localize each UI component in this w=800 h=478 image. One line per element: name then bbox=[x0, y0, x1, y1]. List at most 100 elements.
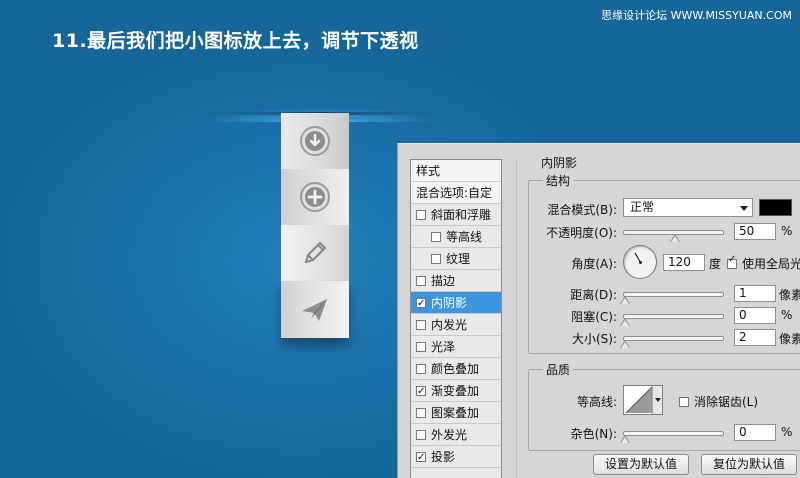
anti-alias-checkbox[interactable]: 消除锯齿(L) bbox=[679, 393, 758, 410]
checkbox-icon[interactable] bbox=[431, 254, 441, 264]
checkbox-icon[interactable] bbox=[416, 342, 426, 352]
distance-label: 距离(D): bbox=[570, 288, 617, 302]
checkbox-icon[interactable] bbox=[416, 293, 426, 313]
noise-slider[interactable] bbox=[620, 431, 724, 443]
panel-title: 内阴影 bbox=[541, 156, 578, 170]
style-list-item[interactable]: 内阴影 bbox=[411, 292, 501, 314]
size-unit: 像素 bbox=[779, 332, 800, 346]
structure-group: 结构 混合模式(B): 正常 不透明度(O): 50 % 角度(A): 120 … bbox=[528, 172, 800, 354]
choke-label: 阻塞(C): bbox=[571, 310, 617, 324]
checkbox-icon[interactable] bbox=[431, 232, 441, 242]
contour-label: 等高线: bbox=[576, 395, 617, 409]
opacity-input[interactable]: 50 bbox=[734, 223, 776, 240]
style-list-item[interactable]: 渐变叠加 bbox=[411, 380, 501, 402]
angle-dial[interactable] bbox=[623, 245, 657, 279]
global-light-check-icon[interactable] bbox=[727, 254, 737, 269]
distance-slider[interactable] bbox=[620, 292, 724, 304]
global-light-checkbox[interactable]: 使用全局光 bbox=[727, 254, 800, 272]
style-list-item[interactable]: 光泽 bbox=[411, 336, 501, 358]
distance-unit: 像素 bbox=[779, 288, 800, 302]
opacity-unit: % bbox=[781, 224, 793, 238]
checkbox-icon[interactable] bbox=[416, 430, 426, 440]
anti-alias-check-icon[interactable] bbox=[679, 397, 689, 407]
style-list-item-label: 描边 bbox=[431, 274, 456, 288]
style-list-item[interactable]: 描边 bbox=[411, 270, 501, 292]
blend-mode-value: 正常 bbox=[630, 200, 655, 214]
style-list-item[interactable]: 等高线 bbox=[411, 226, 501, 248]
shadow-color-swatch[interactable] bbox=[759, 199, 792, 216]
style-list-item-label: 渐变叠加 bbox=[431, 384, 480, 398]
noise-label: 杂色(N): bbox=[570, 427, 617, 441]
style-list-item[interactable]: 样式 bbox=[411, 160, 501, 182]
distance-slider-thumb[interactable] bbox=[620, 296, 630, 304]
opacity-slider[interactable] bbox=[623, 230, 724, 242]
chevron-down-icon bbox=[740, 206, 748, 211]
checkbox-icon[interactable] bbox=[416, 447, 426, 467]
style-list-item-label: 外发光 bbox=[431, 428, 468, 442]
quality-group: 品质 等高线: 消除锯齿(L) 杂色(N): 0 % bbox=[528, 361, 800, 451]
angle-input[interactable]: 120 bbox=[663, 254, 705, 271]
icon-strip bbox=[281, 113, 349, 338]
style-list-item[interactable]: 纹理 bbox=[411, 248, 501, 270]
quality-group-title: 品质 bbox=[543, 361, 574, 378]
checkbox-icon[interactable] bbox=[416, 210, 426, 220]
distance-input[interactable]: 1 bbox=[734, 285, 776, 302]
noise-unit: % bbox=[781, 425, 793, 439]
tile-send bbox=[281, 281, 349, 338]
make-default-button[interactable]: 设置为默认值 bbox=[593, 454, 689, 475]
style-list-item[interactable]: 混合选项:自定 bbox=[411, 182, 501, 204]
style-list-item[interactable]: 斜面和浮雕 bbox=[411, 204, 501, 226]
reset-default-button[interactable]: 复位为默认值 bbox=[701, 454, 797, 475]
style-list-item-label: 光泽 bbox=[431, 340, 456, 354]
size-input[interactable]: 2 bbox=[734, 329, 776, 346]
style-list-item-label: 样式 bbox=[416, 164, 441, 178]
contour-preview-icon bbox=[625, 386, 653, 414]
structure-group-title: 结构 bbox=[543, 172, 574, 189]
layer-style-dialog: 样式混合选项:自定斜面和浮雕等高线纹理描边内阴影内发光光泽颜色叠加渐变叠加图案叠… bbox=[397, 143, 800, 478]
checkbox-icon[interactable] bbox=[416, 320, 426, 330]
plus-circle-icon bbox=[300, 182, 330, 212]
opacity-slider-thumb[interactable] bbox=[669, 234, 680, 242]
size-slider-thumb[interactable] bbox=[620, 340, 630, 348]
angle-dial-hand bbox=[634, 252, 642, 264]
watermark: 思缘设计论坛 WWW.MISSYUAN.COM bbox=[601, 9, 792, 22]
contour-picker[interactable] bbox=[623, 385, 663, 415]
angle-label: 角度(A): bbox=[571, 257, 617, 271]
choke-slider-thumb[interactable] bbox=[620, 318, 630, 326]
tile-edit bbox=[281, 225, 349, 281]
checkbox-icon[interactable] bbox=[416, 408, 426, 418]
style-list-item-label: 内阴影 bbox=[431, 296, 468, 310]
choke-unit: % bbox=[781, 308, 793, 322]
style-list-item[interactable]: 图案叠加 bbox=[411, 402, 501, 424]
style-list: 样式混合选项:自定斜面和浮雕等高线纹理描边内阴影内发光光泽颜色叠加渐变叠加图案叠… bbox=[410, 159, 502, 478]
style-list-item-label: 斜面和浮雕 bbox=[431, 208, 492, 222]
style-list-item-label: 等高线 bbox=[446, 230, 483, 244]
step-title: 11.最后我们把小图标放上去，调节下透视 bbox=[52, 30, 419, 52]
noise-input[interactable]: 0 bbox=[734, 424, 776, 441]
style-list-item-label: 投影 bbox=[431, 450, 456, 464]
opacity-label: 不透明度(O): bbox=[546, 226, 617, 240]
choke-slider[interactable] bbox=[620, 314, 724, 326]
checkbox-icon[interactable] bbox=[416, 276, 426, 286]
choke-input[interactable]: 0 bbox=[734, 307, 776, 324]
blend-mode-select[interactable]: 正常 bbox=[623, 198, 753, 217]
size-label: 大小(S): bbox=[571, 332, 617, 346]
tile-add bbox=[281, 169, 349, 225]
style-list-item[interactable]: 内发光 bbox=[411, 314, 501, 336]
style-list-item[interactable]: 外发光 bbox=[411, 424, 501, 446]
checkbox-icon[interactable] bbox=[416, 364, 426, 374]
style-list-item-label: 图案叠加 bbox=[431, 406, 480, 420]
style-list-item-label: 颜色叠加 bbox=[431, 362, 480, 376]
panel-divider bbox=[516, 159, 517, 478]
global-light-label: 使用全局光 bbox=[742, 257, 800, 271]
size-slider[interactable] bbox=[620, 336, 724, 348]
chevron-down-icon[interactable] bbox=[652, 386, 662, 414]
noise-slider-thumb[interactable] bbox=[620, 435, 630, 443]
style-list-item[interactable]: 颜色叠加 bbox=[411, 358, 501, 380]
style-list-item[interactable]: 投影 bbox=[411, 446, 501, 468]
paper-plane-icon bbox=[302, 298, 327, 321]
checkbox-icon[interactable] bbox=[416, 381, 426, 401]
style-list-item-label: 纹理 bbox=[446, 252, 471, 266]
style-list-item-label: 内发光 bbox=[431, 318, 468, 332]
style-list-item-label: 混合选项:自定 bbox=[416, 186, 493, 200]
